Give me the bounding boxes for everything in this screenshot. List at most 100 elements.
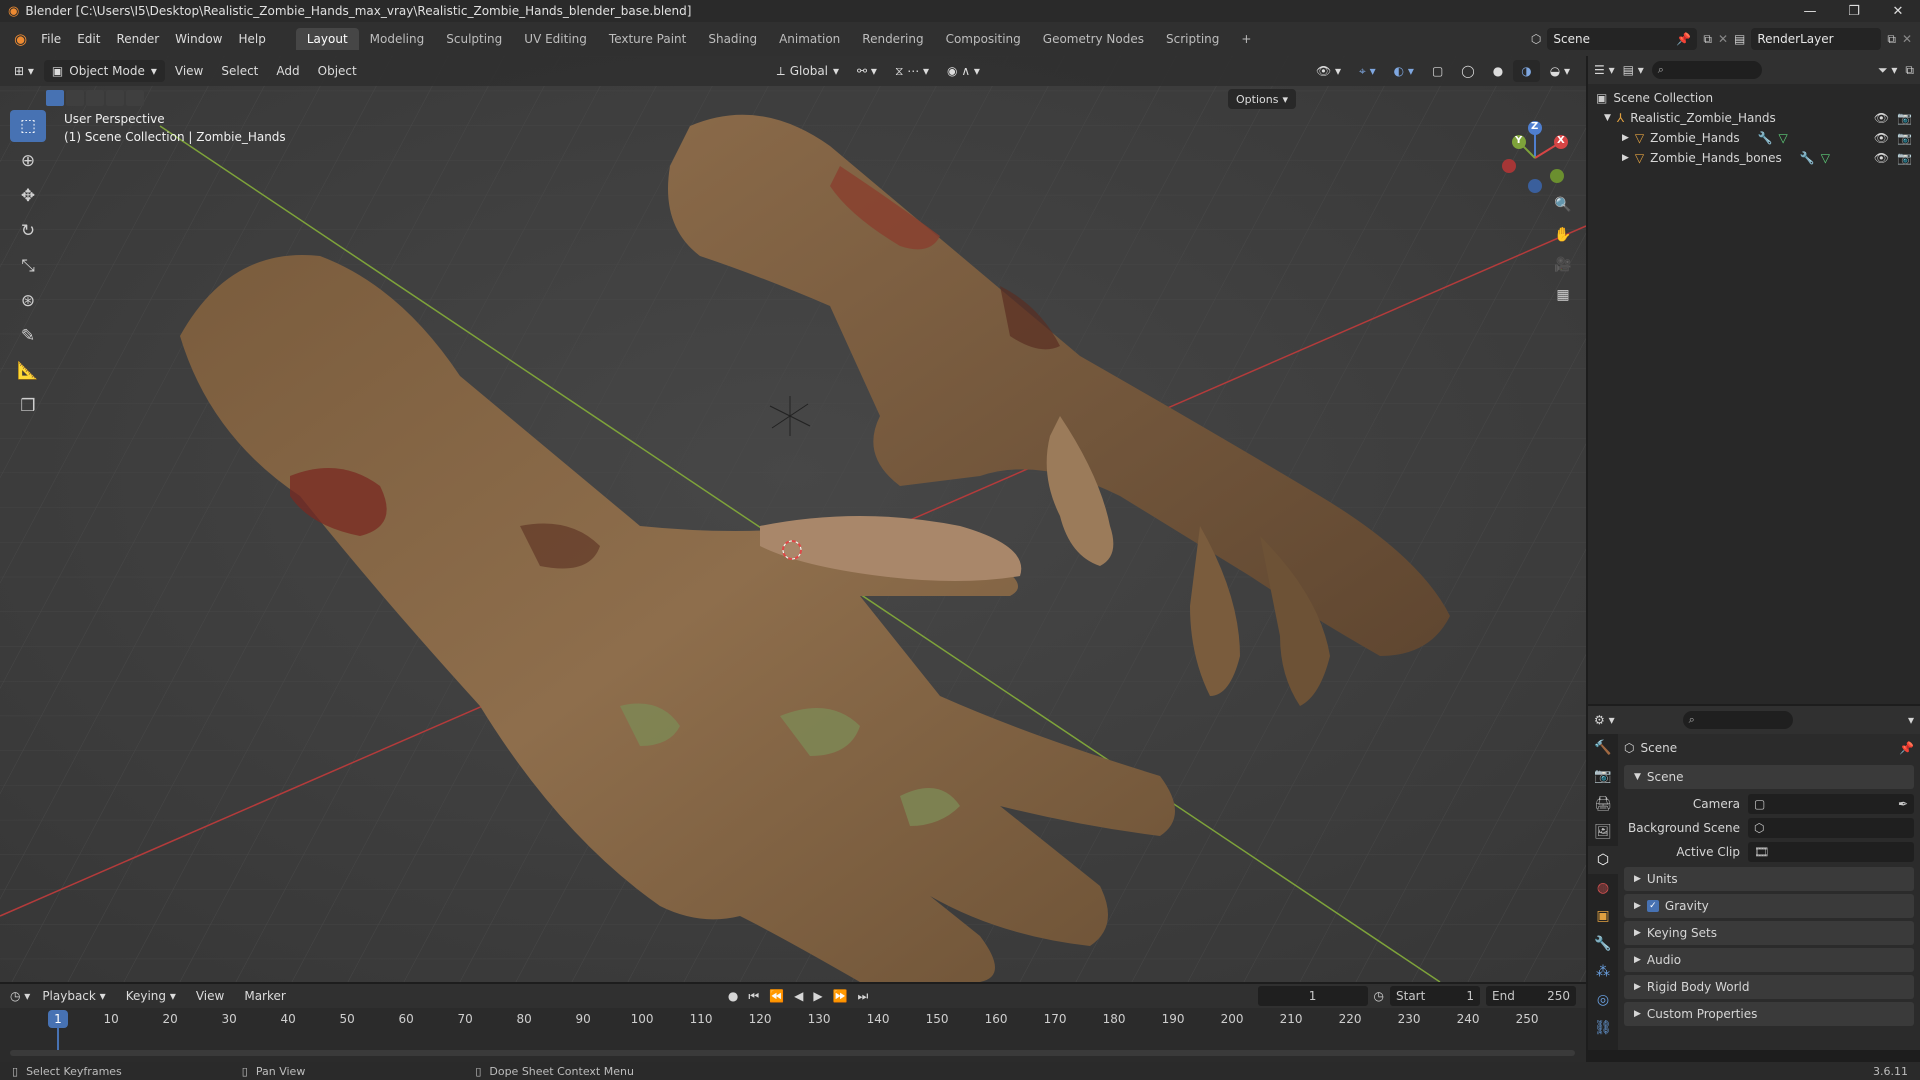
timeline-scrollbar[interactable]: [10, 1050, 1575, 1056]
view-layer-tab-icon[interactable]: 🖼: [1588, 818, 1618, 846]
delete-scene-icon[interactable]: ✕: [1718, 32, 1728, 46]
expand-arrow-icon[interactable]: ▼: [1604, 113, 1611, 123]
camera-view-icon[interactable]: 🎥: [1550, 252, 1576, 278]
background-scene-field[interactable]: ⬡: [1748, 818, 1914, 838]
menu-render[interactable]: Render: [108, 28, 167, 50]
new-collection-icon[interactable]: ⧉: [1905, 63, 1914, 78]
mode-selector[interactable]: ▣ Object Mode ▾: [43, 60, 165, 82]
perspective-toggle-icon[interactable]: ▦: [1550, 282, 1576, 308]
transform-tool-icon[interactable]: ⊛: [10, 285, 46, 317]
outliner-item-zombie-hands-bones[interactable]: ▶ ▽ Zombie_Hands_bones 🔧 ▽ 👁 📷: [1596, 148, 1912, 168]
tab-shading[interactable]: Shading: [697, 28, 768, 50]
options-dropdown[interactable]: Options ▾: [1228, 89, 1296, 109]
rendered-shading-icon[interactable]: ◒ ▾: [1542, 60, 1578, 82]
menu-object[interactable]: Object: [310, 60, 365, 82]
physics-tab-icon[interactable]: ◎: [1588, 986, 1618, 1014]
outliner-editor-icon[interactable]: ☰ ▾: [1594, 63, 1615, 77]
panel-custom-properties[interactable]: ▶ Custom Properties: [1624, 1002, 1914, 1026]
camera-render-icon[interactable]: 📷: [1897, 111, 1912, 125]
tab-scripting[interactable]: Scripting: [1155, 28, 1230, 50]
wireframe-shading-icon[interactable]: ◯: [1453, 60, 1482, 82]
tool-tab-icon[interactable]: 🔨: [1588, 734, 1618, 762]
pan-hand-icon[interactable]: ✋: [1550, 222, 1576, 248]
tab-rendering[interactable]: Rendering: [851, 28, 934, 50]
eye-icon[interactable]: 👁: [1874, 111, 1889, 125]
material-preview-shading-icon[interactable]: ◑: [1513, 60, 1540, 82]
measure-tool-icon[interactable]: 📐: [10, 355, 46, 387]
menu-file[interactable]: File: [33, 28, 69, 50]
panel-scene[interactable]: ▼ Scene: [1624, 765, 1914, 789]
annotate-tool-icon[interactable]: ✎: [10, 320, 46, 352]
expand-arrow-icon[interactable]: ▶: [1622, 133, 1629, 143]
panel-keying-sets[interactable]: ▶ Keying Sets: [1624, 921, 1914, 945]
world-tab-icon[interactable]: ◍: [1588, 874, 1618, 902]
constraints-tab-icon[interactable]: ⛓: [1588, 1014, 1618, 1042]
gizmo-toggle-icon[interactable]: ⌖ ▾: [1351, 60, 1384, 82]
menu-edit[interactable]: Edit: [69, 28, 108, 50]
render-layer-selector[interactable]: RenderLayer: [1751, 28, 1882, 50]
menu-help[interactable]: Help: [231, 28, 274, 50]
tab-modeling[interactable]: Modeling: [359, 28, 436, 50]
menu-view[interactable]: View: [167, 60, 211, 82]
scale-tool-icon[interactable]: ⤡: [10, 250, 46, 282]
new-scene-icon[interactable]: ⧉: [1703, 32, 1712, 47]
scene-selector-icon[interactable]: ⬡: [1531, 32, 1541, 46]
render-layer-icon[interactable]: ▤: [1734, 32, 1745, 46]
delete-layer-icon[interactable]: ✕: [1902, 32, 1912, 46]
camera-field[interactable]: ▢ ✒: [1748, 794, 1914, 814]
mesh-data-icon[interactable]: ▽: [1821, 151, 1830, 165]
select-extend-icon[interactable]: [66, 90, 84, 106]
close-button[interactable]: ✕: [1876, 0, 1920, 22]
select-new-icon[interactable]: [46, 90, 64, 106]
pin-icon[interactable]: 📌: [1899, 741, 1914, 755]
maximize-button[interactable]: ❐: [1832, 0, 1876, 22]
expand-arrow-icon[interactable]: ▶: [1622, 153, 1629, 163]
camera-render-icon[interactable]: 📷: [1897, 151, 1912, 165]
eye-icon[interactable]: 👁: [1874, 151, 1889, 165]
active-clip-field[interactable]: 🎞: [1748, 842, 1914, 862]
blender-menu-icon[interactable]: ◉: [8, 30, 33, 48]
menu-select[interactable]: Select: [213, 60, 266, 82]
menu-add[interactable]: Add: [268, 60, 307, 82]
add-cube-tool-icon[interactable]: ❒: [10, 390, 46, 422]
cursor-tool-icon[interactable]: ⊕: [10, 145, 46, 177]
menu-window[interactable]: Window: [167, 28, 230, 50]
move-tool-icon[interactable]: ✥: [10, 180, 46, 212]
modifier-tab-icon[interactable]: 🔧: [1588, 930, 1618, 958]
tab-texture-paint[interactable]: Texture Paint: [598, 28, 697, 50]
new-layer-icon[interactable]: ⧉: [1887, 32, 1896, 47]
add-workspace-button[interactable]: +: [1230, 28, 1262, 50]
timeline-editor[interactable]: ◷ ▾ Playback ▾ Keying ▾ View Marker ● ⏮ …: [0, 984, 1586, 1064]
panel-rigid-body-world[interactable]: ▶ Rigid Body World: [1624, 975, 1914, 999]
panel-audio[interactable]: ▶ Audio: [1624, 948, 1914, 972]
overlays-toggle-icon[interactable]: ◐ ▾: [1386, 60, 1422, 82]
proportional-edit-icon[interactable]: ◉ ∧ ▾: [939, 60, 988, 82]
pivot-point-icon[interactable]: ⚯ ▾: [849, 60, 885, 82]
solid-shading-icon[interactable]: ●: [1485, 60, 1511, 82]
select-subtract-icon[interactable]: [86, 90, 104, 106]
rotate-tool-icon[interactable]: ↻: [10, 215, 46, 247]
output-tab-icon[interactable]: 🖨: [1588, 790, 1618, 818]
xray-toggle-icon[interactable]: ▢: [1424, 60, 1451, 82]
tab-sculpting[interactable]: Sculpting: [435, 28, 513, 50]
gravity-checkbox[interactable]: ✓: [1646, 900, 1659, 912]
scene-tab-icon[interactable]: ⬡: [1588, 846, 1618, 874]
properties-editor-icon[interactable]: ⚙ ▾: [1594, 713, 1615, 727]
chevron-down-icon[interactable]: ▾: [1908, 713, 1914, 727]
filter-icon[interactable]: ⏷ ▾: [1878, 63, 1897, 78]
select-box-tool-icon[interactable]: ⬚: [10, 110, 46, 142]
navigation-gizmo[interactable]: Z X Y: [1495, 116, 1575, 196]
tab-geometry-nodes[interactable]: Geometry Nodes: [1032, 28, 1155, 50]
tab-animation[interactable]: Animation: [768, 28, 851, 50]
object-tab-icon[interactable]: ▣: [1588, 902, 1618, 930]
minimize-button[interactable]: —: [1788, 0, 1832, 22]
modifier-wrench-icon[interactable]: 🔧: [1758, 131, 1773, 145]
select-invert-icon[interactable]: [106, 90, 124, 106]
scene-selector[interactable]: Scene 📌: [1547, 28, 1698, 50]
collection-row[interactable]: ▼ ⅄ Realistic_Zombie_Hands 👁 📷: [1596, 108, 1912, 128]
tab-uv-editing[interactable]: UV Editing: [513, 28, 598, 50]
mesh-data-icon[interactable]: ▽: [1779, 131, 1788, 145]
editor-type-button[interactable]: ⊞ ▾: [6, 60, 42, 82]
tab-compositing[interactable]: Compositing: [935, 28, 1032, 50]
eye-icon[interactable]: 👁: [1874, 131, 1889, 145]
